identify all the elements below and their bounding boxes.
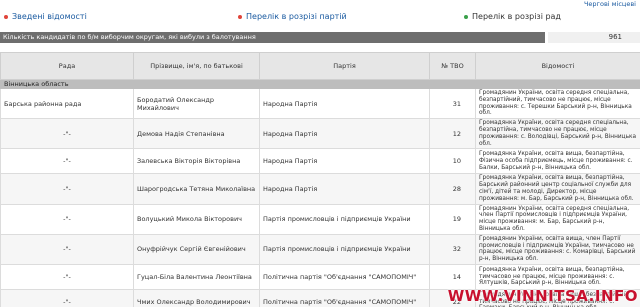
region-label: Вiнницька область (0, 79, 640, 89)
tvo-cell: 32 (429, 233, 476, 265)
name-cell: Залевська Вiкторiя Вiкторiвна (133, 148, 260, 175)
column-header-party: Партiя (259, 52, 430, 80)
info-cell: Громадянка України, освiта вища, безпарт… (475, 263, 640, 290)
column-header-name: Прiзвище, iм'я, по батьковi (133, 52, 260, 80)
name-cell: Демова Надiя Степанiвна (133, 118, 260, 150)
bullet-icon (464, 14, 468, 19)
nav-summary-link[interactable]: Зведенi вiдомостi (4, 12, 87, 21)
info-cell: Громадянин України, освiта середня спецi… (475, 87, 640, 120)
name-cell: Чмих Олександр Володимирович (133, 288, 260, 307)
council-cell: -"- (0, 263, 134, 290)
council-cell: -"- (0, 203, 134, 235)
nav-by-council-link[interactable]: Перелiк в розрiзi рад (464, 12, 561, 21)
council-cell: Барська районна рада (0, 87, 134, 120)
nav-summary-label: Зведенi вiдомостi (12, 12, 87, 21)
region-row: Вiнницька область (0, 79, 640, 89)
column-header-info: Вiдомостi (475, 52, 640, 80)
name-cell: Гуцал-Бiла Валентина Леонтiївна (133, 263, 260, 290)
withdrawn-count-label: Кiлькiсть кандидатiв по б/м виборчим окр… (0, 32, 545, 43)
table-row: -"- Демова Надiя Степанiвна Народна Парт… (0, 118, 640, 150)
table-header-row: Рада Прiзвище, iм'я, по батьковi Партiя … (0, 52, 640, 80)
tvo-cell: 31 (429, 87, 476, 120)
party-cell: Партiя промисловцiв i пiдприємцiв Україн… (259, 203, 430, 235)
party-cell: Партiя промисловцiв i пiдприємцiв Україн… (259, 233, 430, 265)
party-cell: Народна Партiя (259, 148, 430, 175)
party-cell: Народна Партiя (259, 118, 430, 150)
info-cell: Громадянин України, освiта вища, член Па… (475, 233, 640, 265)
nav-by-party-label: Перелiк в розрiзi партiй (246, 12, 347, 21)
table-row: -"- Залевська Вiкторiя Вiкторiвна Народн… (0, 148, 640, 175)
withdrawn-count-value: 961 (548, 32, 640, 43)
party-cell: Полiтична партiя "Об'єднання "САМОПОМIЧ" (259, 263, 430, 290)
tvo-cell: 12 (429, 118, 476, 150)
bullet-icon (4, 14, 8, 19)
nav-by-party-link[interactable]: Перелiк в розрiзi партiй (238, 12, 347, 21)
top-strip: Черговi мiсцевi (0, 0, 640, 8)
name-cell: Волуцький Микола Вiкторович (133, 203, 260, 235)
tvo-cell: 14 (429, 263, 476, 290)
tvo-cell: 10 (429, 148, 476, 175)
party-cell: Народна Партiя (259, 173, 430, 205)
table-row: -"- Гуцал-Бiла Валентина Леонтiївна Полi… (0, 263, 640, 290)
candidates-table: Рада Прiзвище, iм'я, по батьковi Партiя … (0, 52, 640, 307)
bullet-icon (238, 14, 242, 19)
tvo-cell: 19 (429, 203, 476, 235)
name-cell: Шарогродська Тетяна Миколаївна (133, 173, 260, 205)
party-cell: Народна Партiя (259, 87, 430, 120)
table-row: -"- Волуцький Микола Вiкторович Партiя п… (0, 203, 640, 235)
column-header-council: Рада (0, 52, 134, 80)
info-cell: Громадянин України, освiта середня спецi… (475, 203, 640, 235)
table-row: -"- Шарогродська Тетяна Миколаївна Народ… (0, 173, 640, 205)
local-elections-link[interactable]: Черговi мiсцевi (584, 0, 636, 8)
council-cell: -"- (0, 288, 134, 307)
council-cell: -"- (0, 148, 134, 175)
info-cell: Громадянка України, освiта вища, безпарт… (475, 173, 640, 205)
table-row: -"- Онуфрiйчук Сергiй Євгенiйович Партiя… (0, 233, 640, 265)
site-watermark: WWW.VINNITSA.INFO (447, 287, 638, 305)
info-cell: Громадянка України, освiта середня спецi… (475, 118, 640, 150)
council-cell: -"- (0, 173, 134, 205)
report-navigation: Зведенi вiдомостi Перелiк в розрiзi парт… (0, 10, 640, 26)
info-cell: Громадянка України, освiта вища, безпарт… (475, 148, 640, 175)
name-cell: Онуфрiйчук Сергiй Євгенiйович (133, 233, 260, 265)
council-cell: -"- (0, 233, 134, 265)
table-row: Барська районна рада Бородатий Олександр… (0, 87, 640, 120)
tvo-cell: 28 (429, 173, 476, 205)
party-cell: Полiтична партiя "Об'єднання "САМОПОМIЧ" (259, 288, 430, 307)
column-header-tvo: № ТВО (429, 52, 476, 80)
name-cell: Бородатий Олександр Михайлович (133, 87, 260, 120)
nav-by-council-label: Перелiк в розрiзi рад (472, 12, 561, 21)
council-cell: -"- (0, 118, 134, 150)
